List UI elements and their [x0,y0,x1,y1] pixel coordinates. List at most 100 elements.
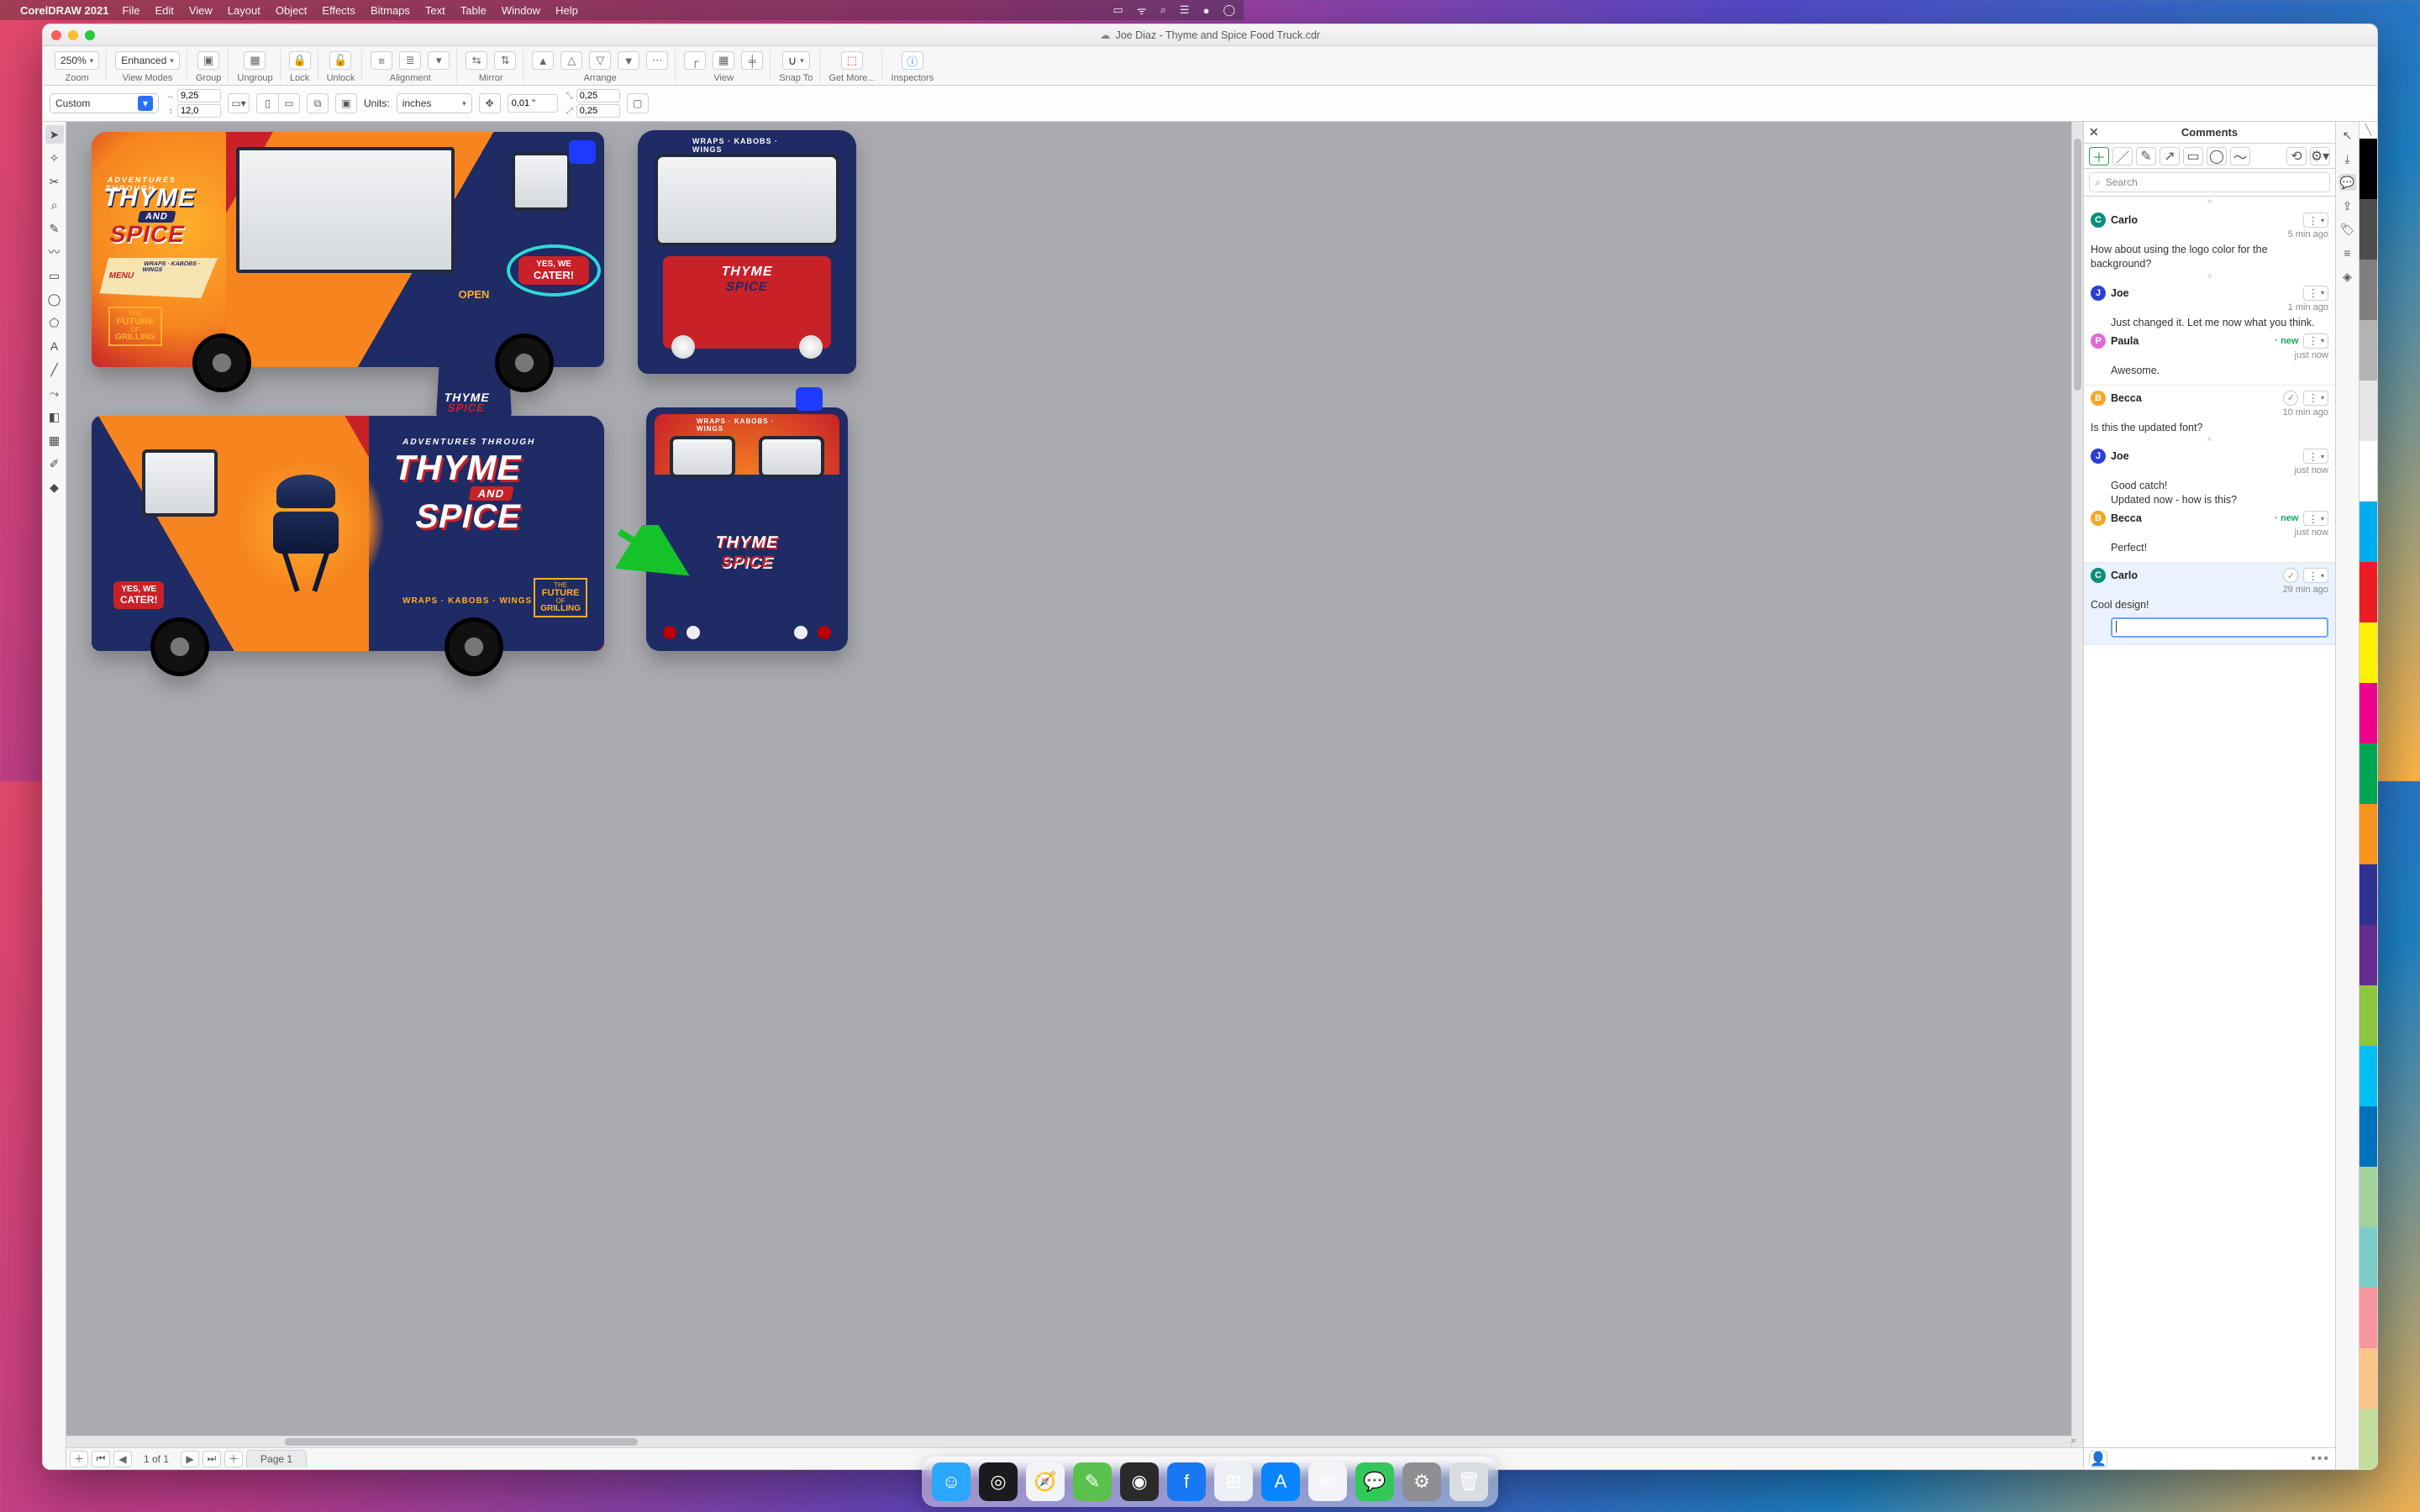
rectangle-tool[interactable]: ▭ [45,266,64,285]
resolve-check-icon[interactable]: ✓ [2283,391,2298,406]
forward-button[interactable]: △ [560,51,582,70]
add-page-after-button[interactable]: ＋ [224,1451,243,1467]
reply-input[interactable] [2111,617,2328,638]
comment-menu-button[interactable]: ⋮ ▾ [2303,333,2328,349]
comment-menu-button[interactable]: ⋮ ▾ [2303,568,2328,583]
fill-tool[interactable]: ◆ [45,478,64,496]
collapse-replies-icon[interactable]: ˄ [2091,434,2328,445]
menu-file[interactable]: File [122,4,139,17]
docker-tab-share[interactable]: ⇪ [2339,197,2356,214]
artistic-media-tool[interactable]: 〰 [45,243,64,261]
menu-help[interactable]: Help [555,4,578,17]
comment-menu-button[interactable]: ⋮ ▾ [2303,449,2328,464]
comment-menu-button[interactable]: ⋮ ▾ [2303,286,2328,301]
collaborators-button[interactable]: 👤 [2089,1451,2107,1467]
comment-thread[interactable]: CCarlo⋮ ▾5 min agoHow about using the lo… [2084,207,2335,386]
menu-object[interactable]: Object [276,4,308,17]
dock-app-trash[interactable]: 🗑 [1449,1462,1488,1501]
mirror-h-button[interactable]: ⇆ [466,51,487,70]
ellipse-tool[interactable]: ◯ [45,290,64,308]
color-swatch[interactable] [2360,804,2377,864]
color-swatch[interactable] [2360,864,2377,925]
menu-edit[interactable]: Edit [155,4,173,17]
dock-app-messages[interactable]: 💬 [1355,1462,1394,1501]
mirror-v-button[interactable]: ⇅ [494,51,516,70]
parallel-dimension-tool[interactable]: ╱ [45,360,64,379]
color-swatch[interactable] [2360,1288,2377,1348]
docker-tab-objects[interactable]: ◈ [2339,268,2356,285]
last-page-button[interactable]: ⏭ [203,1451,221,1467]
comment-menu-button[interactable]: ⋮ ▾ [2303,391,2328,406]
color-swatch[interactable] [2360,381,2377,441]
docker-tab-comments[interactable]: 💬 [2339,174,2356,191]
collapse-up-icon[interactable]: ˄ [2084,197,2335,207]
snapto-combo[interactable]: ∪▾ [782,51,810,70]
getmore-button[interactable]: ⬚ [841,51,863,70]
shape-tool[interactable]: ✧ [45,149,64,167]
color-swatch[interactable] [2360,501,2377,562]
user-icon[interactable]: ● [1203,4,1210,17]
color-swatch[interactable] [2360,622,2377,683]
annotate-line-tool[interactable]: ／ [2112,147,2133,165]
color-swatch[interactable] [2360,1409,2377,1469]
page-tab-1[interactable]: Page 1 [246,1450,307,1467]
menu-view[interactable]: View [189,4,213,17]
viewmodes-combo[interactable]: Enhanced ▾ [115,51,180,70]
color-swatch[interactable] [2360,1046,2377,1106]
treat-as-filled-button[interactable]: ▢ [627,93,649,113]
comment-menu-button[interactable]: ⋮ ▾ [2303,511,2328,526]
new-comment-button[interactable]: ＋ [2089,147,2109,165]
first-page-button[interactable]: ⏮ [92,1451,110,1467]
lock-button[interactable]: 🔒 [289,51,311,70]
docker-tab-pointer[interactable]: ↖ [2339,127,2356,144]
guides-button[interactable]: ╪ [741,51,763,70]
wifi-icon[interactable]: ᯤ [1137,3,1147,18]
menu-bitmaps[interactable]: Bitmaps [371,4,410,17]
color-swatch[interactable] [2360,1348,2377,1409]
nudge-field[interactable] [508,94,558,113]
menu-window[interactable]: Window [502,4,540,17]
comments-filter-button[interactable]: ⟲ [2286,147,2307,165]
dock-app-launchpad[interactable]: ⊞ [1214,1462,1253,1501]
transparency-tool[interactable]: ▦ [45,431,64,449]
color-swatch[interactable] [2360,260,2377,320]
align-dropdown[interactable]: ▾ [428,51,450,70]
pick-tool[interactable]: ➤ [45,125,64,144]
resolve-check-icon[interactable]: ✓ [2283,568,2298,583]
add-page-before-button[interactable]: ＋ [70,1451,88,1467]
color-swatch[interactable] [2360,199,2377,260]
no-color-swatch[interactable]: ╲ [2360,122,2377,139]
to-back-button[interactable]: ▼ [618,51,639,70]
grid-button[interactable]: ▦ [713,51,734,70]
align-center-button[interactable]: ≣ [399,51,421,70]
spotlight-icon[interactable]: ⌕ [1160,3,1166,17]
comment-thread[interactable]: BBecca✓⋮ ▾10 min agoIs this the updated … [2084,386,2335,564]
close-panel-button[interactable]: ✕ [2089,125,2099,139]
comments-settings-button[interactable]: ⚙▾ [2310,147,2330,165]
menu-effects[interactable]: Effects [322,4,355,17]
prev-page-button[interactable]: ◀ [113,1451,132,1467]
docker-tab-align[interactable]: ≡ [2339,244,2356,261]
dock-app-finder[interactable]: ☺ [932,1462,971,1501]
all-pages-button[interactable]: ⧉ [307,93,329,113]
annotate-highlight-tool[interactable]: ✎ [2136,147,2156,165]
inspectors-button[interactable]: ⓘ [902,51,923,70]
comments-search-input[interactable]: ⌕ Search [2089,172,2330,192]
eyedropper-tool[interactable]: ✐ [45,454,64,473]
color-swatch[interactable] [2360,441,2377,501]
crop-tool[interactable]: ✂ [45,172,64,191]
ungroup-button[interactable]: ▦ [244,51,266,70]
collapse-replies-icon[interactable]: ˄ [2091,271,2328,282]
horizontal-scrollbar[interactable] [66,1436,2071,1447]
drop-shadow-tool[interactable]: ◧ [45,407,64,426]
zoom-combo[interactable]: 250% ▾ [55,51,99,70]
color-swatch[interactable] [2360,139,2377,199]
annotation-arrow[interactable] [613,525,697,584]
orientation-portrait[interactable]: ▯ [256,93,278,113]
dock-app-mail[interactable]: ✉ [1308,1462,1347,1501]
menu-layout[interactable]: Layout [228,4,260,17]
menu-table[interactable]: Table [460,4,487,17]
zoom-window-button[interactable] [85,30,95,40]
to-front-button[interactable]: ▲ [532,51,554,70]
drawing-canvas[interactable]: ADVENTURES THROUGH THYME AND SPICE MENU … [66,122,2083,1447]
